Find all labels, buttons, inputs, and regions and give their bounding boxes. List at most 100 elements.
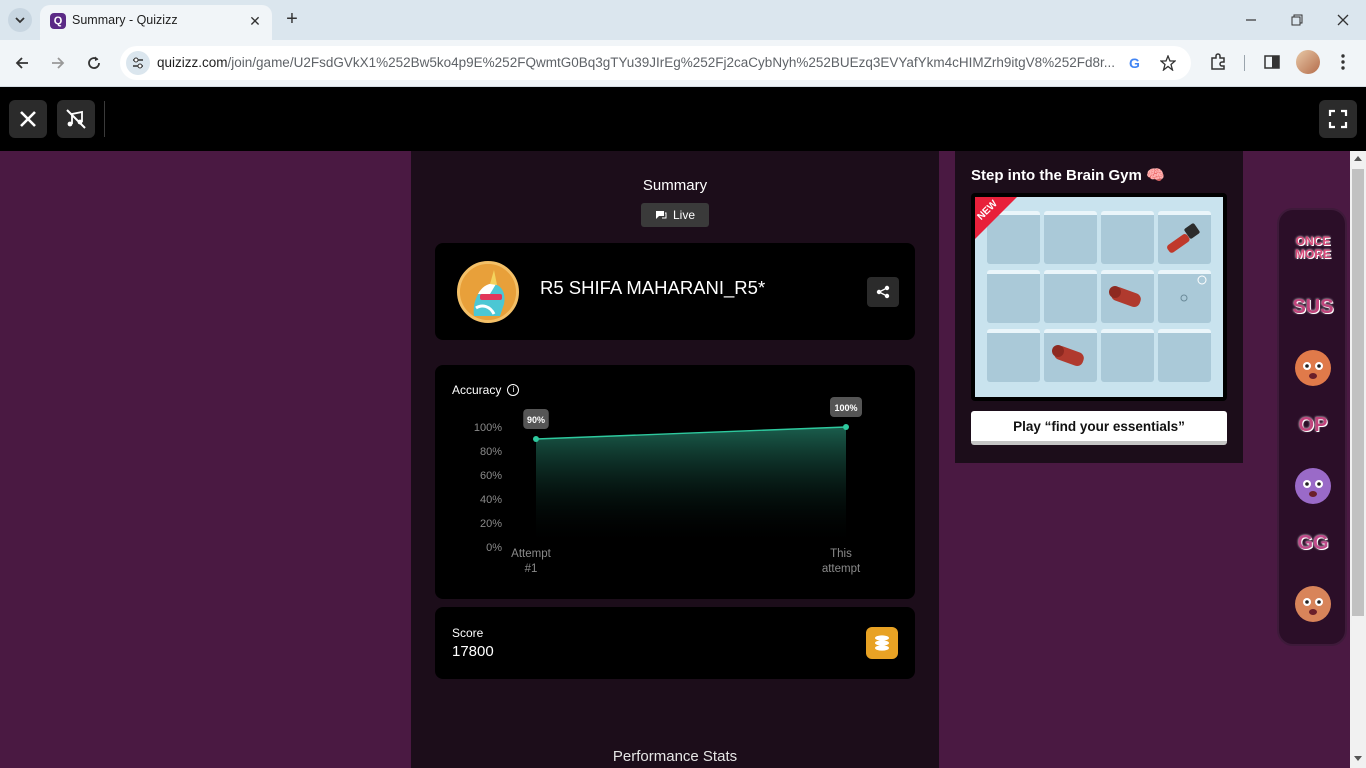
grid-cell — [1044, 329, 1097, 382]
browser-tab-active[interactable]: Q Summary - Quizizz ✕ — [40, 5, 272, 40]
y-tick-label: 100% — [474, 422, 502, 434]
score-value: 17800 — [452, 643, 494, 660]
grid-cell — [1158, 211, 1211, 264]
x-tick-label: This — [830, 548, 852, 560]
fullscreen-button[interactable] — [1319, 100, 1357, 138]
flashlight-icon — [1167, 223, 1200, 253]
x-tick-label: Attempt — [511, 548, 551, 560]
browser-toolbar: quizizz.com/join/game/U2FsdGVkX1%252Bw5k… — [0, 40, 1366, 87]
gg-sticker[interactable]: GG — [1289, 519, 1337, 567]
unicorn-avatar-icon — [460, 264, 516, 320]
play-game-button[interactable]: Play “find your essentials” — [971, 411, 1227, 445]
more-menu-icon[interactable] — [1331, 50, 1355, 74]
scroll-item-icon — [1052, 345, 1084, 367]
accuracy-chart: 100% 80% 60% 40% 20% 0% 90% Attempt #1 100% This at… — [474, 397, 862, 575]
fullscreen-icon — [1328, 109, 1348, 129]
forward-button[interactable] — [44, 49, 72, 77]
quizizz-favicon-icon: Q — [50, 13, 66, 29]
google-lens-icon[interactable]: G — [1126, 53, 1146, 73]
grid-cell — [987, 329, 1040, 382]
close-icon — [20, 111, 36, 127]
face-sticker[interactable] — [1289, 578, 1337, 626]
accuracy-card: Accuracy i 100% 80% 60% 40% 20% 0% 90% Attempt #… — [435, 365, 915, 599]
arrow-left-icon — [15, 57, 28, 69]
crewmate-sticker[interactable] — [1289, 460, 1337, 508]
grid-cell — [1101, 270, 1154, 323]
music-toggle-button[interactable] — [57, 100, 95, 138]
new-tab-button[interactable]: + — [280, 8, 304, 32]
y-tick-label: 0% — [486, 542, 502, 554]
shocked-face-sticker[interactable] — [1289, 342, 1337, 390]
reload-icon — [88, 56, 100, 69]
coins-icon — [875, 635, 889, 651]
main-area: Summary Live R5 SHIFA MAHARANI_R5* Accur… — [0, 151, 1350, 768]
y-tick-label: 40% — [480, 494, 502, 506]
url-host: quizizz.com — [157, 55, 228, 70]
data-label: 90% — [527, 415, 545, 425]
site-info-icon[interactable] — [126, 51, 150, 75]
tab-close-icon[interactable]: ✕ — [246, 12, 264, 30]
bookmark-star-icon[interactable] — [1158, 53, 1178, 73]
profile-avatar[interactable] — [1296, 50, 1320, 74]
music-off-icon — [66, 109, 86, 129]
brain-gym-card: Step into the Brain Gym 🧠 NEW Play “find… — [955, 151, 1243, 463]
y-tick-label: 60% — [480, 470, 502, 482]
op-sticker[interactable]: OP — [1289, 401, 1337, 449]
sticker-label: ONCE MORE — [1295, 234, 1331, 261]
score-card: Score 17800 — [435, 607, 915, 679]
tab-search-button[interactable] — [8, 8, 32, 32]
scroll-thumb[interactable] — [1352, 169, 1364, 616]
chevron-down-icon — [15, 17, 25, 24]
grid-cell — [1101, 329, 1154, 382]
grid-cell — [1101, 211, 1154, 264]
extensions-puzzle-icon[interactable] — [1206, 50, 1230, 74]
brain-gym-preview[interactable]: NEW — [971, 193, 1227, 401]
quiz-top-bar — [0, 87, 1366, 151]
score-label: Score — [452, 626, 484, 640]
grid-cell — [1044, 270, 1097, 323]
page-scrollbar[interactable] — [1350, 151, 1366, 768]
minimize-icon — [1246, 19, 1256, 21]
reaction-sticker-rail: ONCE MORE SUS OP GG — [1277, 208, 1347, 646]
data-label: 100% — [834, 403, 857, 413]
scroll-up-arrow[interactable] — [1354, 156, 1362, 161]
accuracy-point — [843, 424, 849, 430]
game-grid: NEW — [975, 197, 1223, 397]
once-more-sticker[interactable]: ONCE MORE — [1289, 224, 1337, 272]
exit-quiz-button[interactable] — [9, 100, 47, 138]
address-bar[interactable]: quizizz.com/join/game/U2FsdGVkX1%252Bw5k… — [120, 46, 1191, 80]
grid-cell — [987, 270, 1040, 323]
y-tick-label: 20% — [480, 518, 502, 530]
reload-button[interactable] — [80, 49, 108, 77]
share-icon — [876, 285, 890, 299]
accuracy-point — [533, 436, 539, 442]
back-button[interactable] — [8, 49, 36, 77]
close-window-button[interactable] — [1329, 6, 1357, 34]
scroll-item-icon — [1109, 286, 1141, 308]
mode-label: Live — [672, 208, 695, 222]
grid-cell — [1158, 329, 1211, 382]
close-icon — [1337, 14, 1349, 26]
coins-button[interactable] — [866, 627, 898, 659]
brain-gym-title: Step into the Brain Gym 🧠 — [971, 167, 1165, 184]
performance-stats-title: Performance Stats — [612, 748, 738, 765]
restore-window-button[interactable] — [1283, 6, 1311, 34]
sticker-label: OP — [1298, 413, 1328, 436]
scroll-down-arrow[interactable] — [1354, 756, 1362, 761]
browser-tabstrip: Q Summary - Quizizz ✕ + — [0, 0, 1366, 40]
sus-sticker[interactable]: SUS — [1289, 283, 1337, 331]
live-mode-icon — [655, 211, 667, 219]
grid-cell — [1044, 211, 1097, 264]
settings-small-icon — [1180, 275, 1207, 302]
url-path: /join/game/U2FsdGVkX1%252Bw5ko4p9E%252FQ… — [227, 55, 1115, 70]
player-name: R5 SHIFA MAHARANI_R5* — [540, 277, 766, 298]
minimize-window-button[interactable] — [1237, 6, 1265, 34]
x-tick-label: #1 — [525, 563, 538, 575]
share-button[interactable] — [867, 277, 899, 307]
arrow-right-icon — [52, 57, 65, 69]
x-tick-label: attempt — [822, 563, 861, 575]
toolbar-divider — [1244, 55, 1245, 71]
side-panel-icon[interactable] — [1260, 50, 1284, 74]
player-card: R5 SHIFA MAHARANI_R5* — [435, 243, 915, 340]
page-title: Summary — [642, 177, 708, 194]
